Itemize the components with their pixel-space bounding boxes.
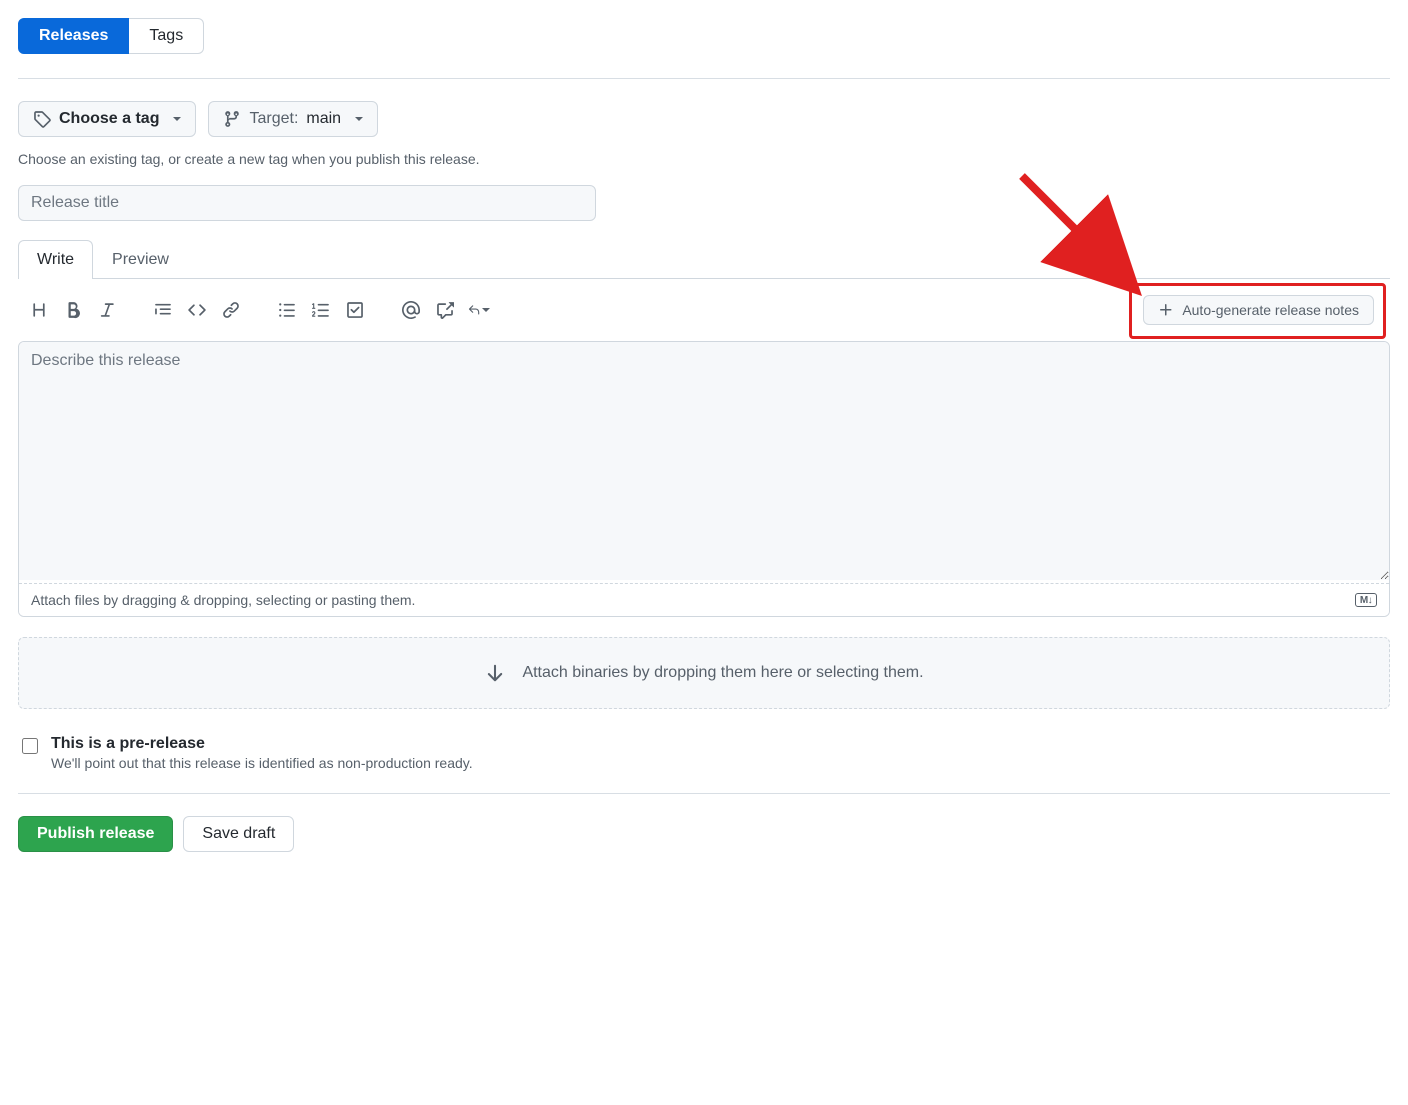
- plus-icon: [1158, 302, 1174, 318]
- footer-actions: Publish release Save draft: [18, 816, 1390, 852]
- release-title-input[interactable]: [18, 185, 596, 221]
- bold-icon: [64, 301, 82, 319]
- save-draft-button[interactable]: Save draft: [183, 816, 294, 852]
- target-branch-button[interactable]: Target: main: [208, 101, 378, 137]
- attach-files-hint[interactable]: Attach files by dragging & dropping, sel…: [19, 583, 1389, 616]
- editor-tabs: Write Preview: [18, 239, 1390, 279]
- pre-release-checkbox[interactable]: [22, 738, 38, 754]
- saved-reply-button[interactable]: [468, 299, 490, 321]
- ul-button[interactable]: [276, 299, 298, 321]
- quote-icon: [154, 301, 172, 319]
- editor-tab-write[interactable]: Write: [18, 240, 93, 279]
- link-icon: [222, 301, 240, 319]
- caret-down-icon: [355, 117, 363, 121]
- mention-icon: [402, 301, 420, 319]
- tasklist-icon: [346, 301, 364, 319]
- caret-down-icon: [482, 308, 490, 312]
- attach-binaries-dropzone[interactable]: Attach binaries by dropping them here or…: [18, 637, 1390, 709]
- tasklist-button[interactable]: [344, 299, 366, 321]
- mention-button[interactable]: [400, 299, 422, 321]
- publish-release-button[interactable]: Publish release: [18, 816, 173, 852]
- link-button[interactable]: [220, 299, 242, 321]
- pre-release-desc: We'll point out that this release is ide…: [51, 755, 473, 771]
- tag-hint-text: Choose an existing tag, or create a new …: [18, 151, 1390, 167]
- binaries-text: Attach binaries by dropping them here or…: [522, 664, 923, 682]
- target-label: Target:: [249, 110, 298, 128]
- code-icon: [188, 301, 206, 319]
- auto-generate-notes-button[interactable]: Auto-generate release notes: [1143, 295, 1374, 325]
- branch-icon: [223, 110, 241, 128]
- code-button[interactable]: [186, 299, 208, 321]
- heading-icon: [30, 301, 48, 319]
- tag-target-row: Choose a tag Target: main: [18, 101, 1390, 137]
- auto-generate-label: Auto-generate release notes: [1182, 302, 1359, 318]
- pre-release-label: This is a pre-release: [51, 735, 473, 753]
- target-value: main: [306, 110, 341, 128]
- tag-icon: [33, 110, 51, 128]
- attach-hint-text: Attach files by dragging & dropping, sel…: [31, 592, 415, 608]
- heading-button[interactable]: [28, 299, 50, 321]
- caret-down-icon: [173, 117, 181, 121]
- annotation-arrow: [1007, 161, 1147, 301]
- editor-tab-preview[interactable]: Preview: [93, 240, 188, 279]
- reference-button[interactable]: [434, 299, 456, 321]
- reply-icon: [468, 301, 480, 319]
- divider: [18, 78, 1390, 79]
- release-editor: Write Preview: [18, 239, 1390, 617]
- editor-toolbar: Auto-generate release notes: [18, 279, 1390, 341]
- markdown-icon[interactable]: M↓: [1355, 593, 1377, 607]
- divider: [18, 793, 1390, 794]
- release-description-textarea[interactable]: [19, 342, 1389, 580]
- quote-button[interactable]: [152, 299, 174, 321]
- italic-button[interactable]: [96, 299, 118, 321]
- arrow-down-icon: [484, 662, 506, 684]
- bold-button[interactable]: [62, 299, 84, 321]
- choose-tag-button[interactable]: Choose a tag: [18, 101, 196, 137]
- releases-tags-nav: Releases Tags: [18, 18, 204, 54]
- list-ol-icon: [312, 301, 330, 319]
- list-ul-icon: [278, 301, 296, 319]
- ol-button[interactable]: [310, 299, 332, 321]
- pre-release-row: This is a pre-release We'll point out th…: [18, 735, 1390, 771]
- italic-icon: [98, 301, 116, 319]
- cross-reference-icon: [436, 301, 454, 319]
- description-wrap: Attach files by dragging & dropping, sel…: [18, 341, 1390, 617]
- tab-tags[interactable]: Tags: [129, 18, 204, 54]
- tab-releases[interactable]: Releases: [18, 18, 129, 54]
- choose-tag-label: Choose a tag: [59, 110, 159, 128]
